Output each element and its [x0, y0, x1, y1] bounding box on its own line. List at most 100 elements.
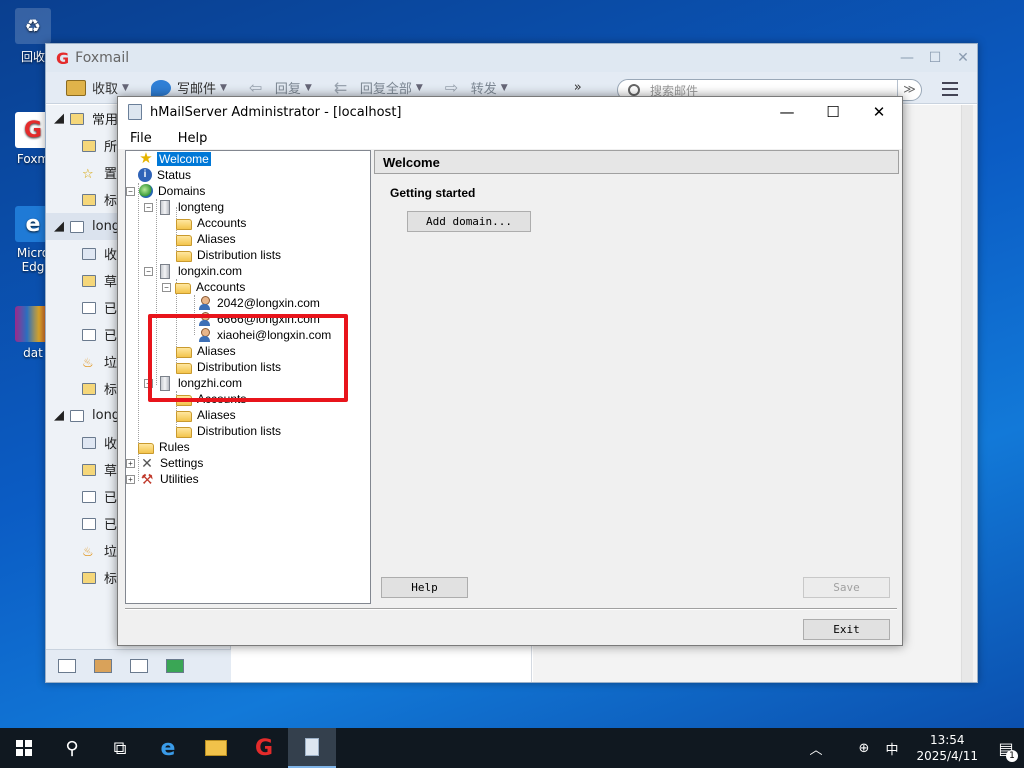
- account-icon: [70, 220, 84, 233]
- tag-icon: [82, 193, 96, 206]
- close-icon[interactable]: ✕: [856, 97, 902, 127]
- network-globe-icon[interactable]: ⊕: [851, 741, 878, 756]
- user-icon: [198, 296, 210, 310]
- hmailserver-window[interactable]: hMailServer Administrator - [localhost] …: [117, 96, 903, 646]
- collapse-icon[interactable]: −: [126, 186, 135, 196]
- tree-node-aliases[interactable]: Aliases: [176, 407, 238, 423]
- star-icon: ☆: [82, 166, 94, 182]
- tree-node-aliases[interactable]: Aliases: [176, 231, 238, 247]
- save-button[interactable]: Save: [803, 577, 890, 598]
- collapse-icon[interactable]: −: [144, 202, 153, 212]
- calendar-icon[interactable]: [130, 659, 148, 673]
- forward-button[interactable]: ⇨ 转发 ▼: [445, 78, 508, 97]
- chevron-down-icon: ◢: [54, 111, 64, 126]
- taskbar: ⚲ ⧉ e G ︿ ⊕ 中 13:54 2025/4/11 ▤ 1: [0, 728, 1024, 768]
- scrollbar[interactable]: [961, 105, 973, 682]
- tree-node-accounts[interactable]: Accounts: [176, 215, 248, 231]
- navigation-tree[interactable]: ★ Welcome i Status − Domains − longteng …: [125, 150, 371, 604]
- ime-indicator[interactable]: 中: [877, 739, 906, 758]
- chevron-down-icon: ▼: [122, 82, 129, 93]
- tools-icon: ✕: [141, 455, 153, 471]
- clock[interactable]: 13:54 2025/4/11: [906, 732, 988, 764]
- foxmail-icon: G: [254, 735, 274, 761]
- receive-button[interactable]: 收取 ▼: [66, 78, 129, 97]
- tree-node-domain-longteng[interactable]: − longteng: [144, 199, 226, 215]
- notification-count: 1: [1006, 749, 1018, 762]
- tree-node-distribution-lists[interactable]: Distribution lists: [176, 247, 283, 263]
- taskbar-edge[interactable]: e: [144, 728, 192, 768]
- search-button[interactable]: ⚲: [48, 728, 96, 768]
- notification-center-button[interactable]: ▤ 1: [988, 739, 1024, 762]
- sent-icon: [82, 490, 96, 503]
- globe-icon: [139, 184, 153, 198]
- minimize-icon[interactable]: —: [893, 50, 921, 66]
- maximize-icon[interactable]: ☐: [921, 50, 949, 66]
- clock-date: 2025/4/11: [916, 749, 978, 763]
- collapse-icon[interactable]: −: [162, 282, 171, 292]
- menu-help[interactable]: Help: [174, 131, 212, 146]
- chevron-down-icon: ▼: [415, 82, 423, 93]
- folder-icon: [176, 218, 192, 230]
- junk-icon: ♨: [82, 544, 94, 560]
- collapse-icon[interactable]: −: [144, 266, 153, 276]
- expand-icon[interactable]: +: [126, 458, 135, 468]
- tree-node-domain-longxin[interactable]: − longxin.com: [144, 263, 244, 279]
- notes-icon[interactable]: [166, 659, 184, 673]
- search-icon: ⚲: [65, 737, 79, 759]
- chevron-down-icon: ▼: [304, 82, 312, 93]
- tree-node-utilities[interactable]: + ⚒ Utilities: [126, 471, 201, 487]
- star-icon: ★: [139, 150, 153, 167]
- junk-icon: ♨: [82, 355, 94, 371]
- foxmail-logo-icon: G: [56, 48, 70, 68]
- hmail-titlebar[interactable]: hMailServer Administrator - [localhost] …: [118, 97, 902, 127]
- expand-icon[interactable]: +: [126, 474, 135, 484]
- folder-icon: [176, 410, 192, 422]
- feather-icon: [150, 79, 171, 96]
- welcome-pane: Welcome Getting started Add domain... He…: [374, 150, 899, 604]
- minimize-icon[interactable]: —: [764, 97, 810, 127]
- close-icon[interactable]: ✕: [949, 50, 977, 66]
- taskbar-foxmail[interactable]: G: [240, 728, 288, 768]
- hmail-app-icon: [305, 738, 319, 756]
- foxmail-titlebar[interactable]: G Foxmail — ☐ ✕: [46, 44, 977, 72]
- reply-icon: ⇦: [248, 77, 263, 97]
- tree-node-status[interactable]: i Status: [138, 167, 193, 183]
- folder-icon: [82, 139, 96, 152]
- taskbar-hmailserver[interactable]: [288, 728, 336, 768]
- tree-node-rules[interactable]: Rules: [138, 439, 192, 455]
- compose-button[interactable]: 写邮件 ▼: [150, 78, 227, 97]
- exit-button[interactable]: Exit: [803, 619, 890, 640]
- help-button[interactable]: Help: [381, 577, 468, 598]
- tree-node-accounts[interactable]: − Accounts: [162, 279, 247, 295]
- hamburger-menu-icon[interactable]: [942, 82, 958, 96]
- reply-all-button[interactable]: ⇇ 回复全部 ▼: [334, 78, 423, 97]
- inbox-icon: [66, 79, 86, 96]
- contacts-icon[interactable]: [94, 659, 112, 673]
- mail-icon[interactable]: [58, 659, 76, 673]
- tree-node-settings[interactable]: + ✕ Settings: [126, 455, 205, 471]
- foxmail-nav-bar: [46, 649, 231, 682]
- forward-icon: ⇨: [444, 77, 459, 97]
- chevron-down-icon: ▼: [219, 82, 227, 93]
- toolbar-overflow-button[interactable]: »: [574, 80, 582, 95]
- taskbar-explorer[interactable]: [192, 728, 240, 768]
- start-button[interactable]: [0, 728, 48, 768]
- folder-icon: [176, 234, 192, 246]
- reply-button[interactable]: ⇦ 回复 ▼: [249, 78, 312, 97]
- red-highlight-box: [148, 314, 348, 402]
- tree-node-domains[interactable]: − Domains: [126, 183, 207, 199]
- foxmail-title: Foxmail: [75, 50, 130, 66]
- getting-started-label: Getting started: [390, 186, 476, 200]
- add-domain-button[interactable]: Add domain...: [407, 211, 531, 232]
- account-icon: [70, 409, 84, 422]
- tree-node-distribution-lists[interactable]: Distribution lists: [176, 423, 283, 439]
- inbox-icon: [82, 247, 96, 260]
- show-hidden-icons-icon[interactable]: ︿: [802, 739, 831, 758]
- task-view-button[interactable]: ⧉: [96, 728, 144, 768]
- folder-icon: [175, 282, 191, 294]
- menu-file[interactable]: File: [126, 131, 156, 146]
- tree-node-account[interactable]: 2042@longxin.com: [196, 295, 322, 311]
- windows-logo-icon: [16, 740, 32, 756]
- maximize-icon[interactable]: ☐: [810, 97, 856, 127]
- tree-node-welcome[interactable]: ★ Welcome: [138, 151, 211, 167]
